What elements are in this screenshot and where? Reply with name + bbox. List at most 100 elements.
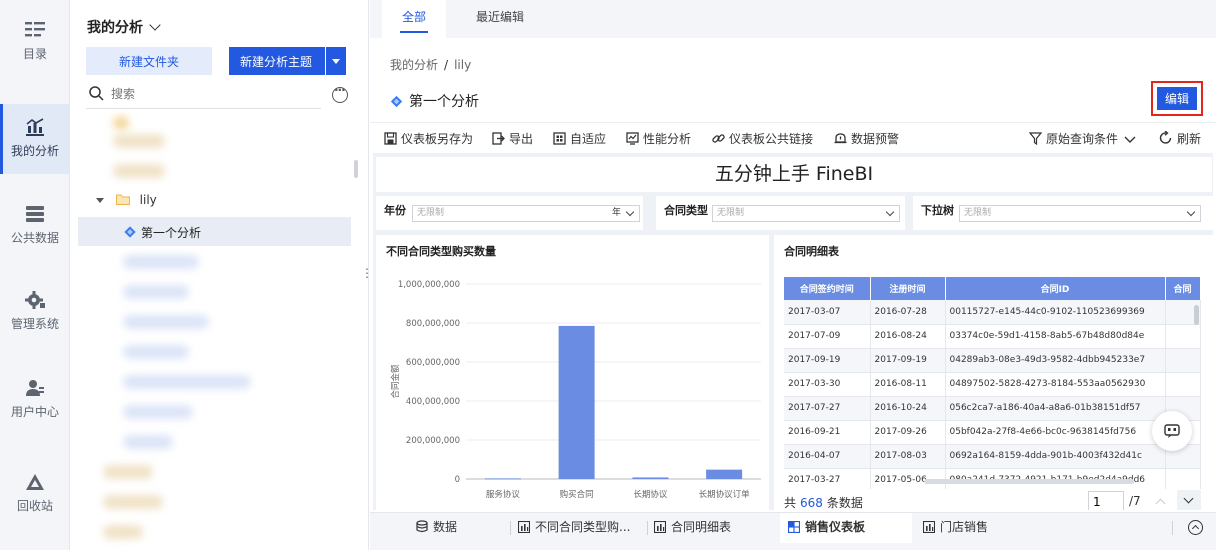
- tab-divider: [647, 521, 648, 535]
- table-cell: 04289ab3-08e3-49d3-9582-4dbb945233e7: [945, 348, 1166, 373]
- contract-detail-table: 合同签约时间 注册时间 合同ID 合同 2017-03-07 2016-07-28 001…: [784, 277, 1201, 493]
- bar-chart-widget[interactable]: 不同合同类型购买数量 0 200,000,000 400,000,000 600,00…: [376, 235, 769, 510]
- table-row[interactable]: 2016-04-07 2017-08-03 0692a164-8159-4dda-9…: [784, 444, 1201, 469]
- table-cell: 2017-09-19: [784, 348, 871, 373]
- table-column-header[interactable]: 合同ID: [945, 277, 1166, 300]
- table-row[interactable]: 2017-07-27 2016-10-24 056c2ca7-a186-40a4-a…: [784, 396, 1201, 421]
- table-cell: 2016-10-24: [870, 396, 946, 421]
- dashboard-toolbar: 仪表板另存为 导出 自适应 性能分析 仪表板公共链接 数据预警 原始查询条件 刷…: [370, 122, 1216, 152]
- data-alert-label: 数据预警: [851, 132, 900, 146]
- new-folder-button[interactable]: 新建文件夹: [86, 47, 212, 75]
- tree-item-selected[interactable]: 第一个分析: [78, 217, 351, 246]
- chevron-down-icon: [625, 207, 635, 217]
- table-pagination: 共668条数据 /7: [774, 489, 1213, 510]
- collapse-panel-icon[interactable]: [1188, 520, 1203, 535]
- save-as-button[interactable]: 仪表板另存为: [384, 130, 473, 147]
- refresh-icon: [1159, 130, 1172, 144]
- bottom-tab-sales-dashboard[interactable]: 销售仪表板: [780, 513, 912, 543]
- rail-item-recycle[interactable]: 回收站: [0, 459, 70, 529]
- tab-divider: [510, 521, 511, 535]
- record-count-number: 668: [800, 496, 823, 510]
- edit-button-highlight: 编辑: [1151, 81, 1203, 116]
- table-cell: 0692a164-8159-4dda-901b-4003f432d41c: [945, 444, 1166, 469]
- year-filter-select[interactable]: 无限制 年: [412, 205, 640, 222]
- filter-contract-type: 合同类型 无限制: [656, 196, 905, 230]
- dropdown-tree-select[interactable]: 无限制: [959, 205, 1201, 222]
- bottom-tab-data[interactable]: 数据: [416, 513, 496, 543]
- tab-all[interactable]: 全部: [382, 0, 446, 38]
- table-column-header[interactable]: 合同: [1165, 277, 1201, 300]
- y-tick-label: 1,000,000,000: [398, 280, 460, 290]
- bottom-tab-label: 销售仪表板: [805, 520, 866, 534]
- public-link-button[interactable]: 仪表板公共链接: [712, 130, 813, 147]
- export-button[interactable]: 导出: [492, 130, 533, 147]
- page-title-text: 第一个分析: [409, 94, 479, 110]
- page-next-button[interactable]: [1177, 490, 1201, 510]
- chart-component-icon: [922, 520, 936, 534]
- analysis-diamond-icon: [390, 95, 403, 108]
- y-axis-label: 合同金额: [390, 364, 401, 399]
- refresh-button[interactable]: 刷新: [1159, 130, 1201, 147]
- table-horizontal-scrollbar[interactable]: [924, 479, 1134, 484]
- folder-label: lily: [139, 193, 157, 207]
- adaptive-button[interactable]: 自适应: [553, 130, 606, 147]
- rail-item-management[interactable]: 管理系统: [0, 277, 70, 347]
- page-previous-button[interactable]: [1150, 491, 1172, 510]
- tab-recent-edits[interactable]: 最近编辑: [460, 0, 540, 38]
- table-cell: 2017-07-09: [784, 324, 871, 349]
- chart-component-icon: [653, 520, 667, 534]
- performance-analysis-button[interactable]: 性能分析: [626, 130, 691, 147]
- tree-folder-lily[interactable]: lily: [96, 193, 157, 207]
- breadcrumb-root[interactable]: 我的分析: [390, 58, 438, 72]
- bar: [632, 477, 669, 479]
- blurred-tree-item: [123, 285, 189, 299]
- data-alert-button[interactable]: 数据预警: [834, 130, 899, 147]
- bar: [706, 469, 743, 479]
- table-row[interactable]: 2017-03-30 2016-08-11 04897502-5828-4273-8…: [784, 372, 1201, 397]
- table-cell: 2017-09-19: [870, 348, 946, 373]
- rail-item-public-data[interactable]: 公共数据: [0, 191, 70, 261]
- more-options-icon[interactable]: [332, 83, 348, 103]
- table-column-header[interactable]: 注册时间: [870, 277, 946, 300]
- filter-placeholder: 无限制: [964, 208, 992, 218]
- table-row[interactable]: 2016-09-21 2017-09-26 05bf042a-27f8-4e66-b…: [784, 420, 1201, 445]
- floating-assistant-button[interactable]: [1152, 411, 1192, 451]
- filter-icon: [1028, 132, 1043, 146]
- page-title: 第一个分析: [390, 91, 479, 111]
- edit-button[interactable]: 编辑: [1157, 87, 1197, 110]
- search-input[interactable]: [111, 84, 291, 104]
- chat-assistant-icon: [1164, 424, 1180, 438]
- link-icon: [712, 134, 725, 143]
- table-vertical-scrollbar[interactable]: [1194, 305, 1199, 325]
- new-theme-dropdown-button[interactable]: [325, 47, 345, 75]
- rail-item-my-analysis[interactable]: 我的分析: [0, 104, 70, 174]
- contract-type-select[interactable]: 无限制: [712, 205, 900, 222]
- blurred-tree-item: [103, 525, 143, 539]
- tab-bar: 全部 最近编辑: [370, 0, 1216, 38]
- query-conditions-dropdown[interactable]: 原始查询条件: [1028, 130, 1136, 147]
- table-row[interactable]: 2017-07-09 2016-08-24 03374c0e-59d1-4158-8…: [784, 324, 1201, 349]
- chevron-down-icon: [149, 19, 161, 31]
- bottom-tab-bar-chart[interactable]: 不同合同类型购...: [517, 513, 646, 543]
- table-cell: 2017-03-30: [784, 372, 871, 397]
- tree-title-dropdown[interactable]: 我的分析: [87, 17, 161, 37]
- filter-placeholder: 无限制: [717, 208, 745, 218]
- main-content: 全部 最近编辑 我的分析 / lily 第一个分析 编辑 仪表板另存为 导出 自适应…: [370, 0, 1216, 550]
- table-row[interactable]: 2017-03-07 2016-07-28 00115727-e145-44c0-9…: [784, 300, 1201, 325]
- page-number-input[interactable]: [1088, 491, 1124, 510]
- table-cell: 2016-09-21: [784, 420, 871, 445]
- filter-dropdown-tree: 下拉树 无限制: [913, 196, 1213, 230]
- blurred-tree-item: [113, 116, 129, 130]
- filter-year: 年份 无限制 年: [376, 196, 643, 230]
- bottom-tab-label: 合同明细表: [671, 520, 732, 534]
- rail-item-user-center[interactable]: 用户中心: [0, 365, 70, 435]
- blurred-tree-item: [123, 435, 173, 449]
- rail-item-catalog[interactable]: 目录: [0, 7, 70, 77]
- y-tick-label: 0: [455, 475, 460, 485]
- detail-table-widget[interactable]: 合同明细表 合同签约时间 注册时间 合同ID 合同 2017-03-07 2016-07…: [774, 235, 1213, 510]
- bottom-tab-store-sales[interactable]: 门店销售: [922, 513, 1013, 543]
- table-column-header[interactable]: 合同签约时间: [784, 277, 871, 300]
- tree-scrollbar[interactable]: [354, 160, 358, 178]
- bottom-tab-detail-table[interactable]: 合同明细表: [653, 513, 744, 543]
- table-row[interactable]: 2017-09-19 2017-09-19 04289ab3-08e3-49d3-9…: [784, 348, 1201, 373]
